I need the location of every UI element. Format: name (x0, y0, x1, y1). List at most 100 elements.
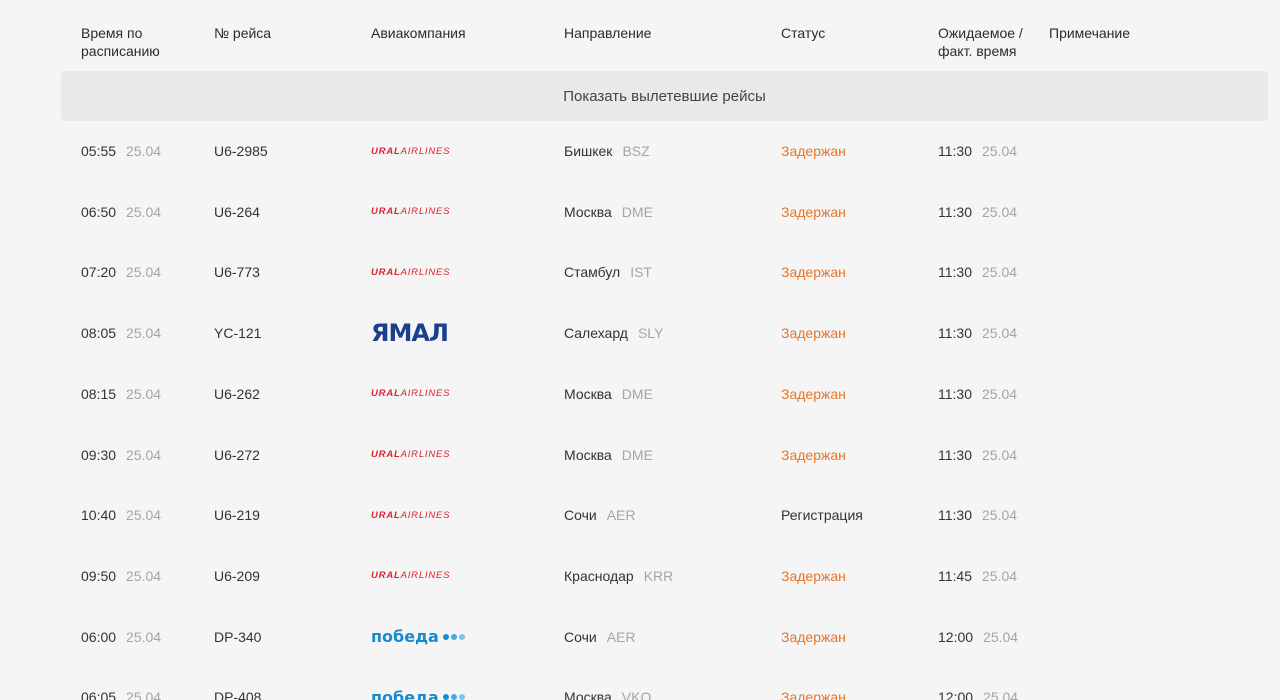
flight-row[interactable]: 09:50 25.04 U6-209 URAL AIRLINES Краснодар KRR… (0, 546, 1280, 606)
departures-board: Время по расписанию № рейса Авиакомпания… (0, 0, 1280, 700)
ural-airlines-wordmark: URAL AIRLINES (371, 570, 450, 581)
flight-number[interactable]: YC-121 (214, 303, 261, 363)
scheduled-time-cell: 06:05 25.04 (81, 667, 161, 700)
scheduled-time-cell: 07:20 25.04 (81, 242, 161, 302)
ural-airlines-logo: URAL AIRLINES (371, 485, 450, 545)
expected-date: 25.04 (983, 689, 1019, 700)
flight-status: Задержан (781, 264, 846, 281)
scheduled-time: 08:05 (81, 325, 117, 342)
ural-logo-part2: AIRLINES (400, 449, 451, 460)
ural-airlines-wordmark: URAL AIRLINES (371, 146, 450, 157)
pobeda-dots-icon (441, 633, 465, 640)
scheduled-date: 25.04 (126, 264, 162, 281)
expected-time-cell: 11:30 25.04 (938, 485, 1017, 545)
scheduled-time-cell: 06:00 25.04 (81, 607, 161, 667)
expected-time: 12:00 (938, 689, 974, 700)
flight-row[interactable]: 07:20 25.04 U6-773 URAL AIRLINES Стамбул IST За… (0, 242, 1280, 302)
ural-logo-part2: AIRLINES (400, 206, 451, 218)
header-scheduled-time-line2: расписанию (81, 43, 160, 59)
ural-airlines-logo: URAL AIRLINES (371, 182, 450, 242)
flight-row[interactable]: 08:15 25.04 U6-262 URAL AIRLINES Москва DME Зад… (0, 364, 1280, 424)
pobeda-dot (442, 633, 449, 640)
flight-number[interactable]: U6-272 (214, 425, 260, 485)
pobeda-logo: победа (371, 607, 465, 667)
flight-row[interactable]: 09:30 25.04 U6-272 URAL AIRLINES Москва DME Зад… (0, 425, 1280, 485)
destination-city: Москва (564, 203, 612, 220)
flight-number[interactable]: U6-2985 (214, 121, 268, 181)
flight-status: Задержан (781, 203, 846, 220)
flight-status: Задержан (781, 567, 846, 584)
destination-city: Москва (564, 385, 612, 402)
direction-cell: Стамбул IST (564, 242, 652, 302)
scheduled-time: 07:20 (81, 264, 117, 281)
scheduled-time-cell: 05:55 25.04 (81, 121, 161, 181)
pobeda-logo-text: победа (371, 627, 439, 647)
scheduled-time-cell: 08:05 25.04 (81, 303, 161, 363)
ural-airlines-logo: URAL AIRLINES (371, 425, 450, 485)
header-direction: Направление (564, 25, 652, 41)
flight-row[interactable]: 05:55 25.04 U6-2985 URAL AIRLINES Бишкек BSZ За… (0, 121, 1280, 181)
header-flight-no: № рейса (214, 25, 272, 41)
scheduled-time: 09:50 (81, 567, 117, 584)
flight-number[interactable]: U6-209 (214, 546, 260, 606)
scheduled-time: 06:05 (81, 689, 117, 700)
airport-code: BSZ (622, 143, 650, 159)
flight-number[interactable]: U6-262 (214, 364, 260, 424)
pobeda-dot (458, 694, 465, 700)
scheduled-date: 25.04 (126, 446, 162, 463)
expected-date: 25.04 (982, 385, 1018, 402)
flight-row[interactable]: 08:05 25.04 YC-121 ЯМАЛ Салехард SLY Задержан 1… (0, 303, 1280, 363)
flight-status: Задержан (781, 689, 846, 700)
header-airline: Авиакомпания (371, 25, 466, 41)
flight-row[interactable]: 06:00 25.04 DP-340 победа Сочи AER Задержан 12:… (0, 607, 1280, 667)
direction-cell: Салехард SLY (564, 303, 663, 363)
ural-logo-part2: AIRLINES (400, 509, 451, 521)
scheduled-date: 25.04 (126, 628, 162, 645)
destination-city: Салехард (564, 325, 628, 342)
destination-city: Сочи (564, 628, 597, 645)
pobeda-dot (450, 694, 457, 700)
expected-date: 25.04 (982, 567, 1018, 584)
destination-city: Краснодар (564, 567, 634, 584)
airport-code: DME (621, 385, 653, 402)
flight-number[interactable]: U6-773 (214, 242, 260, 302)
pobeda-wordmark: победа (371, 688, 465, 700)
header-scheduled-time-line1: Время по (81, 25, 143, 41)
flight-status: Задержан (781, 628, 846, 645)
ural-airlines-logo: URAL AIRLINES (371, 242, 450, 302)
flight-number[interactable]: DP-340 (214, 607, 261, 667)
airport-code: IST (630, 264, 652, 281)
flight-number[interactable]: U6-264 (214, 182, 260, 242)
flight-row[interactable]: 10:40 25.04 U6-219 URAL AIRLINES Сочи AER Регис… (0, 485, 1280, 545)
scheduled-date: 25.04 (126, 507, 162, 524)
ural-logo-part2: AIRLINES (400, 388, 451, 400)
flight-number[interactable]: U6-219 (214, 485, 260, 545)
flight-row[interactable]: 06:50 25.04 U6-264 URAL AIRLINES Москва DME Зад… (0, 182, 1280, 242)
ural-airlines-wordmark: URAL AIRLINES (371, 388, 450, 399)
scheduled-time: 06:50 (81, 203, 117, 220)
pobeda-wordmark: победа (371, 627, 465, 646)
expected-time-cell: 11:30 25.04 (938, 303, 1017, 363)
ural-logo-part1: URAL (371, 388, 401, 400)
scheduled-date: 25.04 (126, 385, 162, 402)
flight-row[interactable]: 06:05 25.04 DP-408 победа Москва VKO Задержан 1… (0, 667, 1280, 700)
scheduled-time-cell: 08:15 25.04 (81, 364, 161, 424)
show-departed-flights-button[interactable]: Показать вылетевшие рейсы (61, 71, 1268, 121)
header-expected-time: Ожидаемое / факт. время (938, 24, 1023, 60)
scheduled-time: 08:15 (81, 385, 117, 402)
ural-logo-part1: URAL (371, 206, 401, 218)
ural-logo-part1: URAL (371, 449, 401, 460)
scheduled-date: 25.04 (126, 689, 162, 700)
ural-logo-part1: URAL (371, 145, 401, 157)
ural-airlines-wordmark: URAL AIRLINES (371, 449, 450, 460)
expected-time-cell: 11:30 25.04 (938, 242, 1017, 302)
airport-code: KRR (643, 567, 674, 584)
expected-date: 25.04 (982, 264, 1018, 281)
scheduled-time-cell: 09:30 25.04 (81, 425, 161, 485)
flight-status: Задержан (781, 143, 846, 159)
scheduled-time-cell: 06:50 25.04 (81, 182, 161, 242)
scheduled-time-cell: 09:50 25.04 (81, 546, 161, 606)
flight-status: Задержан (781, 446, 846, 463)
expected-date: 25.04 (982, 507, 1018, 524)
flight-number[interactable]: DP-408 (214, 667, 261, 700)
